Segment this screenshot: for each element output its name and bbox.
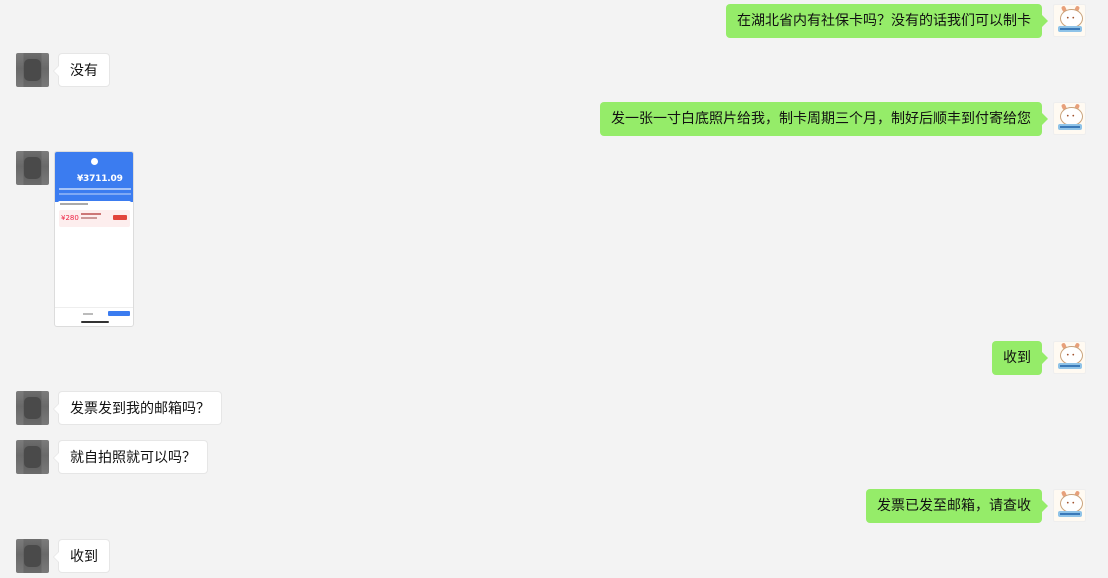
screenshot-amount: ¥3711.09 — [77, 174, 123, 184]
message-text: 收到 — [1003, 350, 1031, 366]
message-row-received: 没有 — [0, 53, 1108, 87]
self-avatar[interactable]: • • — [1053, 4, 1086, 37]
message-bubble-received[interactable]: 没有 — [53, 53, 110, 87]
self-avatar[interactable]: • • — [1053, 102, 1086, 135]
image-message-thumbnail[interactable]: ¥3711.09 ¥280 — [54, 151, 134, 327]
message-row-received: 就自拍照就可以吗？ — [0, 440, 1108, 474]
message-bubble-sent[interactable]: 发一张一寸白底照片给我，制卡周期三个月，制好后顺丰到付寄给您 — [600, 102, 1048, 136]
message-row-sent: 在湖北省内有社保卡吗？没有的话我们可以制卡 • • — [0, 4, 1108, 38]
contact-avatar[interactable] — [16, 440, 49, 474]
screenshot-coupon-price: ¥280 — [61, 214, 79, 222]
message-bubble-received[interactable]: 就自拍照就可以吗？ — [53, 440, 208, 474]
message-bubble-sent[interactable]: 收到 — [992, 341, 1048, 375]
message-text: 就自拍照就可以吗？ — [70, 450, 196, 466]
message-bubble-received[interactable]: 发票发到我的邮箱吗？ — [53, 391, 222, 425]
app-logo-icon — [91, 158, 98, 165]
self-avatar[interactable]: • • — [1053, 341, 1086, 374]
message-text: 发一张一寸白底照片给我，制卡周期三个月，制好后顺丰到付寄给您 — [611, 111, 1031, 127]
self-avatar[interactable]: • • — [1053, 489, 1086, 522]
message-row-sent: 发一张一寸白底照片给我，制卡周期三个月，制好后顺丰到付寄给您 • • — [0, 102, 1108, 136]
message-row-received: 收到 — [0, 539, 1108, 573]
message-row-sent: 收到 • • — [0, 341, 1108, 375]
contact-avatar[interactable] — [16, 151, 49, 185]
message-text: 发票发到我的邮箱吗？ — [70, 401, 210, 417]
message-text: 发票已发至邮箱，请查收 — [877, 498, 1031, 514]
message-bubble-sent[interactable]: 发票已发至邮箱，请查收 — [866, 489, 1048, 523]
contact-avatar[interactable] — [16, 539, 49, 573]
contact-avatar[interactable] — [16, 53, 49, 87]
message-text: 在湖北省内有社保卡吗？没有的话我们可以制卡 — [737, 13, 1031, 29]
message-text: 没有 — [70, 63, 98, 79]
message-row-received: 发票发到我的邮箱吗？ — [0, 391, 1108, 425]
contact-avatar[interactable] — [16, 391, 49, 425]
message-text: 收到 — [70, 549, 98, 565]
message-row-sent: 发票已发至邮箱，请查收 • • — [0, 489, 1108, 523]
message-bubble-sent[interactable]: 在湖北省内有社保卡吗？没有的话我们可以制卡 — [726, 4, 1048, 38]
message-bubble-received[interactable]: 收到 — [53, 539, 110, 573]
